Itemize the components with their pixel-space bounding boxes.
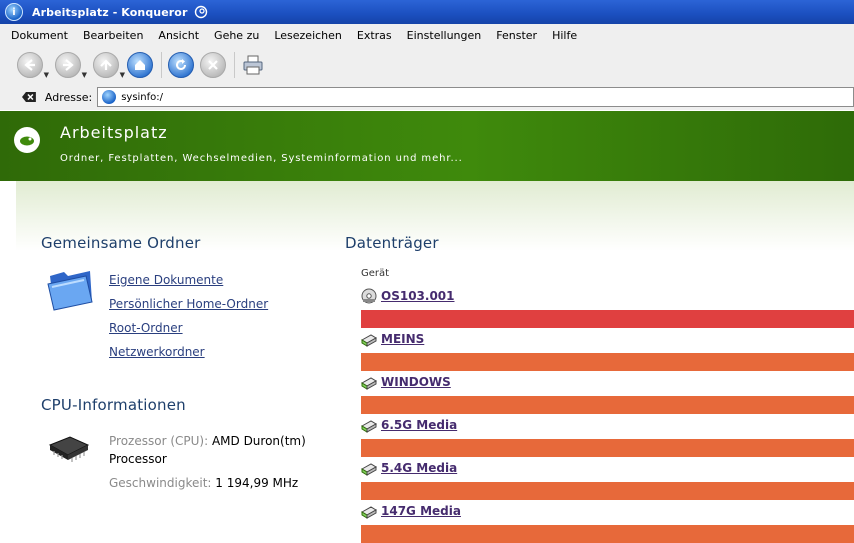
forward-button[interactable]: ▼ bbox=[55, 52, 87, 79]
menu-gehe-zu[interactable]: Gehe zu bbox=[206, 29, 266, 42]
title-bar[interactable]: i Arbeitsplatz - Konqueror bbox=[0, 0, 854, 24]
cdrom-icon bbox=[361, 288, 377, 308]
drive-usage-bar bbox=[361, 310, 854, 328]
menu-bar: Dokument Bearbeiten Ansicht Gehe zu Lese… bbox=[0, 24, 854, 46]
processor-label: Prozessor (CPU): bbox=[109, 434, 209, 448]
folder-icon bbox=[47, 271, 93, 311]
link-home-ordner[interactable]: Persönlicher Home-Ordner bbox=[109, 297, 268, 311]
menu-dokument[interactable]: Dokument bbox=[0, 29, 75, 42]
page-banner: Arbeitsplatz Ordner, Festplatten, Wechse… bbox=[0, 111, 854, 181]
cpu-processor-row: Prozessor (CPU): AMD Duron(tm) bbox=[109, 434, 306, 448]
menu-ansicht[interactable]: Ansicht bbox=[150, 29, 206, 42]
main-content: Gemeinsame Ordner Eigene Dokumente Persö… bbox=[16, 181, 854, 543]
menu-hilfe[interactable]: Hilfe bbox=[544, 29, 584, 42]
harddisk-icon bbox=[361, 331, 377, 351]
arrow-up-icon bbox=[100, 59, 112, 70]
print-button[interactable] bbox=[241, 53, 265, 77]
chevron-down-icon[interactable]: ▼ bbox=[120, 71, 125, 79]
chevron-down-icon[interactable]: ▼ bbox=[82, 71, 87, 79]
reload-button[interactable] bbox=[168, 52, 194, 78]
drive-name-link[interactable]: 5.4G Media bbox=[381, 461, 457, 475]
harddisk-icon bbox=[361, 417, 377, 437]
home-button[interactable] bbox=[127, 52, 153, 78]
drive-usage-bar bbox=[361, 525, 854, 543]
address-label: Adresse: bbox=[44, 90, 93, 104]
menu-fenster[interactable]: Fenster bbox=[488, 29, 544, 42]
drive-usage-bar bbox=[361, 439, 854, 457]
reload-icon bbox=[176, 59, 186, 70]
harddisk-icon bbox=[361, 374, 377, 394]
toolbar-separator bbox=[161, 52, 162, 78]
arrow-right-icon bbox=[63, 59, 74, 71]
harddisk-icon bbox=[361, 503, 377, 523]
speed-value: 1 194,99 MHz bbox=[215, 476, 299, 490]
toolbar: ▼ ▼ ▼ bbox=[0, 46, 854, 84]
arrow-left-icon bbox=[24, 59, 35, 71]
drive-name-link[interactable]: 6.5G Media bbox=[381, 418, 457, 432]
home-icon bbox=[135, 60, 145, 70]
menu-lesezeichen[interactable]: Lesezeichen bbox=[266, 29, 349, 42]
device-column-header: Gerät bbox=[361, 268, 390, 279]
window-title: Arbeitsplatz - Konqueror bbox=[32, 5, 188, 19]
link-eigene-dokumente[interactable]: Eigene Dokumente bbox=[109, 273, 223, 287]
printer-icon bbox=[243, 55, 263, 75]
drive-name-link[interactable]: 147G Media bbox=[381, 504, 461, 518]
page-title: Arbeitsplatz bbox=[60, 123, 168, 142]
menu-bearbeiten[interactable]: Bearbeiten bbox=[75, 29, 150, 42]
location-bar: Adresse: sysinfo:/ bbox=[0, 84, 854, 110]
harddisk-icon bbox=[361, 460, 377, 480]
sysinfo-icon bbox=[102, 90, 117, 104]
suse-logo-icon bbox=[14, 127, 40, 153]
drive-usage-bar bbox=[361, 353, 854, 371]
link-netzwerkordner[interactable]: Netzwerkordner bbox=[109, 345, 205, 359]
menu-extras[interactable]: Extras bbox=[349, 29, 399, 42]
link-root-ordner[interactable]: Root-Ordner bbox=[109, 321, 183, 335]
stop-icon bbox=[208, 60, 218, 70]
address-value[interactable]: sysinfo:/ bbox=[121, 92, 163, 103]
drive-name-link[interactable]: WINDOWS bbox=[381, 375, 451, 389]
address-input[interactable]: sysinfo:/ bbox=[97, 87, 854, 107]
back-button[interactable]: ▼ bbox=[17, 52, 49, 79]
stop-button[interactable] bbox=[200, 52, 226, 78]
speed-label: Geschwindigkeit: bbox=[109, 476, 212, 490]
cpu-speed-row: Geschwindigkeit: 1 194,99 MHz bbox=[109, 476, 298, 490]
drive-usage-bar bbox=[361, 396, 854, 414]
suse-swirl-icon bbox=[194, 5, 207, 19]
drive-name-link[interactable]: MEINS bbox=[381, 332, 424, 346]
drive-usage-bar bbox=[361, 482, 854, 500]
drives-heading: Datenträger bbox=[345, 234, 439, 252]
drive-name-link[interactable]: OS103.001 bbox=[381, 289, 455, 303]
menu-einstellungen[interactable]: Einstellungen bbox=[399, 29, 489, 42]
page-subtitle: Ordner, Festplatten, Wechselmedien, Syst… bbox=[60, 153, 463, 164]
konqueror-app-icon[interactable]: i bbox=[5, 3, 23, 21]
cpu-heading: CPU-Informationen bbox=[41, 396, 186, 414]
up-button[interactable]: ▼ bbox=[93, 52, 125, 79]
clear-location-icon[interactable] bbox=[22, 91, 36, 103]
toolbar-separator bbox=[234, 52, 235, 78]
processor-value: AMD Duron(tm) bbox=[211, 434, 306, 448]
processor-value-line2: Processor bbox=[109, 452, 167, 466]
cpu-chip-icon bbox=[48, 436, 90, 462]
shared-folders-heading: Gemeinsame Ordner bbox=[41, 234, 201, 252]
chevron-down-icon[interactable]: ▼ bbox=[44, 71, 49, 79]
